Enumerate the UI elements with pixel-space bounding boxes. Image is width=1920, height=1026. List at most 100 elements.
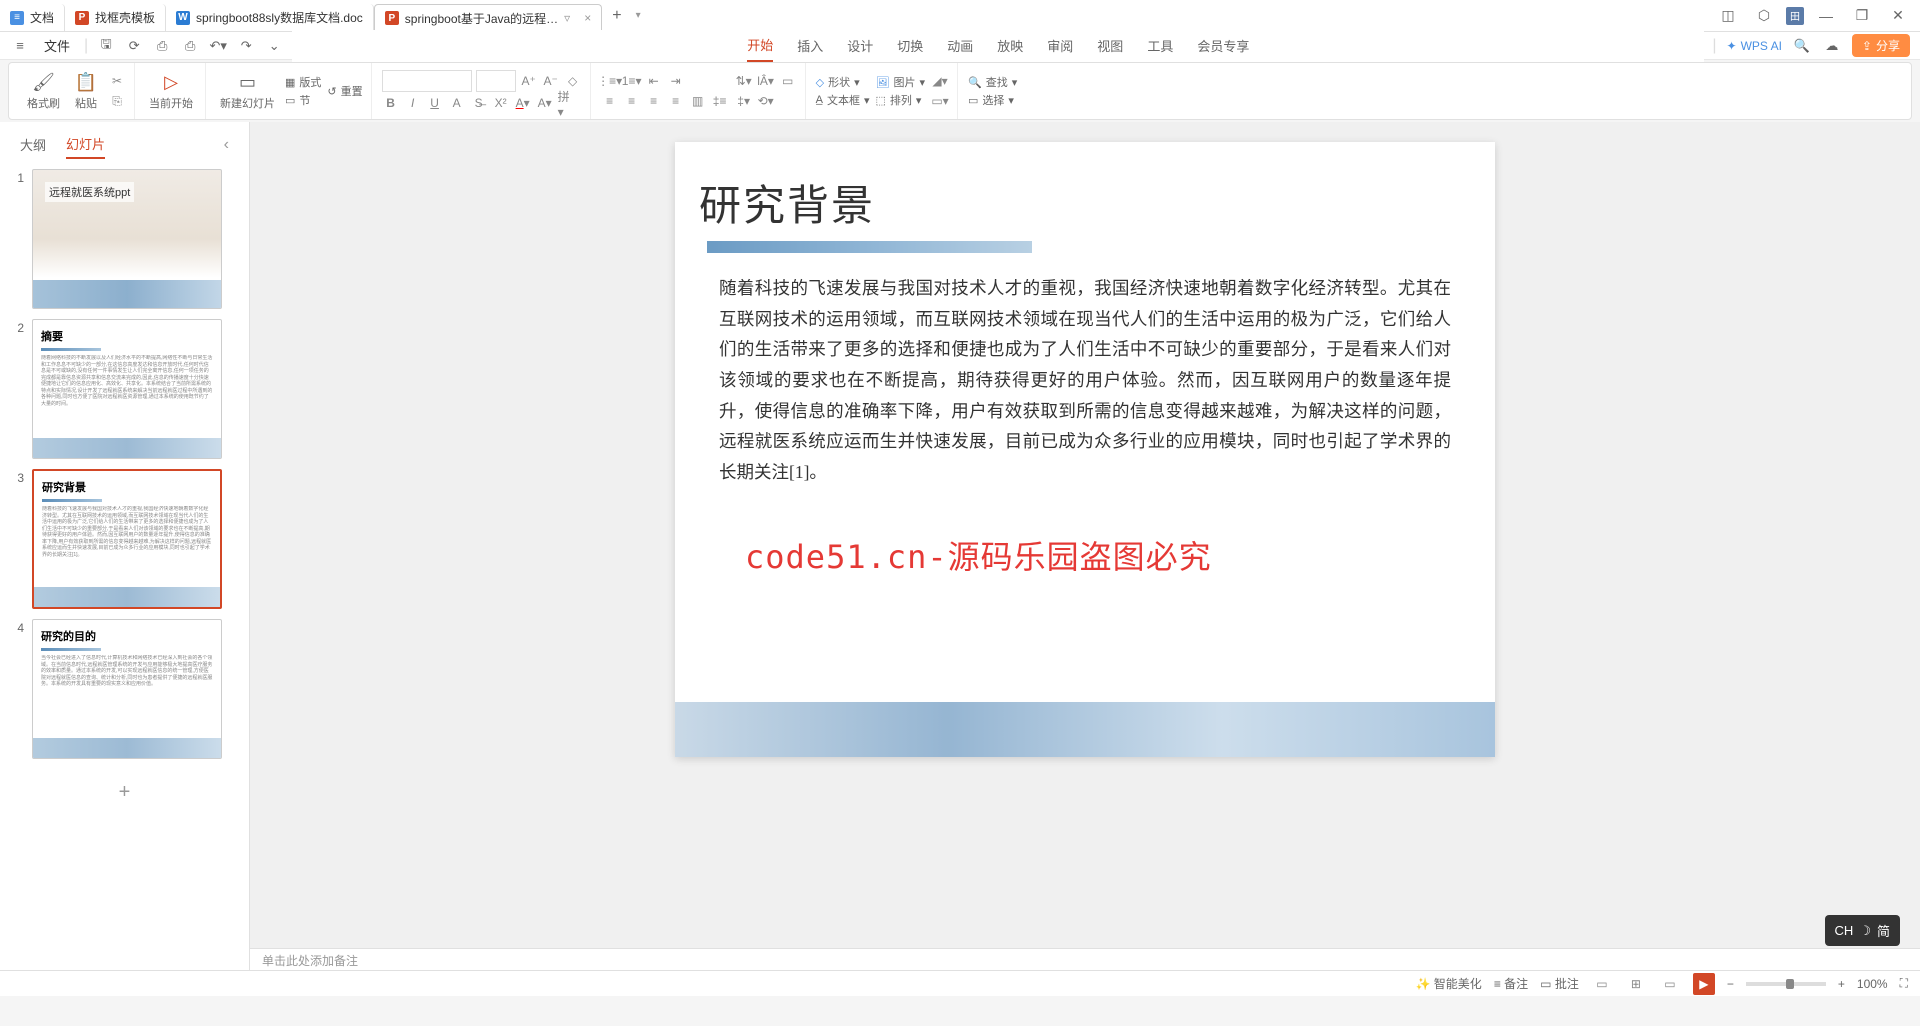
layout-button[interactable]: ▦ 版式: [285, 74, 321, 90]
highlight-icon[interactable]: A: [448, 94, 466, 112]
convert-icon[interactable]: ▭: [779, 72, 797, 90]
print-icon[interactable]: ⎙: [152, 36, 172, 56]
thumbnail-item[interactable]: 3 研究背景 随着科技的飞速发展与我国对技术人才的重视,我国经济快速地朝着数字化…: [12, 469, 237, 609]
format-painter-button[interactable]: 🖌 格式刷: [23, 70, 64, 113]
maximize-icon[interactable]: ❐: [1848, 2, 1876, 30]
thumbnail-item[interactable]: 1 远程就医系统ppt: [12, 169, 237, 309]
tab-word-doc[interactable]: W springboot88sly数据库文档.doc: [166, 4, 374, 32]
slide-body-text[interactable]: 随着科技的飞速发展与我国对技术人才的重视，我国经济快速地朝着数字化经济转型。尤其…: [699, 273, 1471, 487]
close-icon[interactable]: ×: [584, 11, 591, 25]
picture-button[interactable]: 🖼 图片▾: [876, 74, 926, 90]
tab-template[interactable]: P 找框壳模板: [65, 4, 166, 32]
thumbnail[interactable]: 研究的目的 当今社会已经进入了信息时代,计算机技术和网络技术已经深入到社会的各个…: [32, 619, 222, 759]
cloud-icon[interactable]: ☁: [1822, 36, 1842, 56]
fill-icon[interactable]: ◢▾: [931, 72, 949, 90]
search-icon[interactable]: 🔍: [1792, 36, 1812, 56]
slides-tab[interactable]: 幻灯片: [66, 130, 105, 159]
cut-icon[interactable]: ✂: [108, 72, 126, 90]
tab-current-ppt[interactable]: P springboot基于Java的远程… ▿ ×: [374, 4, 602, 32]
increase-indent-icon[interactable]: ⇥: [667, 72, 685, 90]
undo-icon[interactable]: ↶▾: [208, 36, 228, 56]
bullets-icon[interactable]: ⋮≡▾: [601, 72, 619, 90]
textbox-button[interactable]: A̲ 文本框▾: [816, 92, 870, 108]
strike-icon[interactable]: S̶: [470, 94, 488, 112]
thumbnail[interactable]: 摘要 随着网络科技的不断发展以及人们经济水平的不断提高,网络性不断与日常生活和工…: [32, 319, 222, 459]
copy-icon[interactable]: ⎘: [108, 92, 126, 110]
decrease-indent-icon[interactable]: ⇤: [645, 72, 663, 90]
tab-dropdown-icon[interactable]: ▿: [564, 11, 570, 25]
font-color-icon[interactable]: A▾: [514, 94, 532, 112]
menutab-animation[interactable]: 动画: [947, 30, 973, 61]
pinyin-icon[interactable]: 拼▾: [558, 94, 576, 112]
preview-icon[interactable]: ⎙: [180, 36, 200, 56]
paste-button[interactable]: 📋 粘贴: [70, 70, 102, 113]
text-effect-icon[interactable]: A▾: [536, 94, 554, 112]
slideshow-view-icon[interactable]: ▶: [1693, 973, 1715, 995]
ime-indicator[interactable]: CH ☽ 简: [1825, 915, 1900, 946]
add-slide-button[interactable]: +: [12, 769, 237, 816]
tab-document[interactable]: ≡ 文档: [0, 4, 65, 32]
sorter-view-icon[interactable]: ⊞: [1625, 973, 1647, 995]
shape-button[interactable]: ◇ 形状▾: [816, 74, 870, 90]
wps-ai-button[interactable]: ✦ WPS AI: [1727, 39, 1782, 53]
increase-font-icon[interactable]: A⁺: [520, 72, 538, 90]
notes-input[interactable]: 单击此处添加备注: [250, 948, 1920, 970]
beautify-button[interactable]: ✨ 智能美化: [1416, 975, 1482, 992]
menutab-view[interactable]: 视图: [1097, 30, 1123, 61]
share-button[interactable]: ⇪ 分享: [1852, 34, 1910, 57]
zoom-out-icon[interactable]: −: [1727, 977, 1734, 991]
thumbnail-item[interactable]: 4 研究的目的 当今社会已经进入了信息时代,计算机技术和网络技术已经深入到社会的…: [12, 619, 237, 759]
file-menu[interactable]: 文件: [38, 36, 76, 55]
sync-icon[interactable]: ⟳: [124, 36, 144, 56]
tab-menu-icon[interactable]: ▾: [636, 10, 641, 21]
menutab-review[interactable]: 审阅: [1047, 30, 1073, 61]
cube-icon[interactable]: ⬡: [1750, 2, 1778, 30]
zoom-slider[interactable]: [1746, 982, 1826, 986]
outline-tab[interactable]: 大纲: [20, 131, 46, 158]
menutab-design[interactable]: 设计: [847, 30, 873, 61]
thumbnail-item[interactable]: 2 摘要 随着网络科技的不断发展以及人们经济水平的不断提高,网络性不断与日常生活…: [12, 319, 237, 459]
align-justify-icon[interactable]: ≡: [667, 92, 685, 110]
text-direction-icon[interactable]: ⇅▾: [735, 72, 753, 90]
window-layout-icon[interactable]: ◫: [1714, 2, 1742, 30]
select-button[interactable]: ▭ 选择▾: [968, 92, 1017, 108]
underline-icon[interactable]: U: [426, 94, 444, 112]
slide-title[interactable]: 研究背景: [699, 172, 1471, 233]
reset-button[interactable]: ↺ 重置: [327, 83, 362, 99]
zoom-level[interactable]: 100%: [1857, 977, 1888, 991]
columns-icon[interactable]: ▥: [689, 92, 707, 110]
bold-icon[interactable]: B: [382, 94, 400, 112]
thumbnail[interactable]: 远程就医系统ppt: [32, 169, 222, 309]
play-from-current-button[interactable]: ▷ 当前开始: [145, 70, 197, 113]
menutab-transition[interactable]: 切换: [897, 30, 923, 61]
italic-icon[interactable]: I: [404, 94, 422, 112]
dropdown-icon[interactable]: ⌄: [264, 36, 284, 56]
comments-toggle[interactable]: ▭ 批注: [1540, 975, 1579, 992]
slide-canvas[interactable]: 研究背景 随着科技的飞速发展与我国对技术人才的重视，我国经济快速地朝着数字化经济…: [675, 142, 1495, 757]
new-slide-button[interactable]: ▭ 新建幻灯片: [216, 70, 279, 113]
superscript-icon[interactable]: X²: [492, 94, 510, 112]
section-button[interactable]: ▭ 节: [285, 92, 321, 108]
zoom-in-icon[interactable]: +: [1838, 977, 1845, 991]
menutab-member[interactable]: 会员专享: [1197, 30, 1249, 61]
spacing-icon[interactable]: ‡▾: [735, 92, 753, 110]
rotate-icon[interactable]: ⟲▾: [757, 92, 775, 110]
collapse-panel-icon[interactable]: ‹: [224, 136, 229, 154]
normal-view-icon[interactable]: ▭: [1591, 973, 1613, 995]
align-center-icon[interactable]: ≡: [623, 92, 641, 110]
outline-icon[interactable]: ▭▾: [931, 92, 949, 110]
font-size-combo[interactable]: [476, 70, 516, 92]
app-icon[interactable]: 田: [1786, 7, 1804, 25]
font-family-combo[interactable]: [382, 70, 472, 92]
thumbnail-selected[interactable]: 研究背景 随着科技的飞速发展与我国对技术人才的重视,我国经济快速地朝着数字化经济…: [32, 469, 222, 609]
align-right-icon[interactable]: ≡: [645, 92, 663, 110]
find-button[interactable]: 🔍 查找▾: [968, 74, 1017, 90]
menu-icon[interactable]: ≡: [10, 36, 30, 56]
close-window-icon[interactable]: ✕: [1884, 2, 1912, 30]
thumbnails-list[interactable]: 1 远程就医系统ppt 2 摘要 随着网络科技的不断发展以及人们经济水平的不断提…: [0, 159, 249, 970]
menutab-tools[interactable]: 工具: [1147, 30, 1173, 61]
new-tab-button[interactable]: +: [602, 7, 631, 25]
valign-icon[interactable]: lÂ▾: [757, 72, 775, 90]
redo-icon[interactable]: ↷: [236, 36, 256, 56]
canvas-scroll[interactable]: 研究背景 随着科技的飞速发展与我国对技术人才的重视，我国经济快速地朝着数字化经济…: [250, 122, 1920, 948]
